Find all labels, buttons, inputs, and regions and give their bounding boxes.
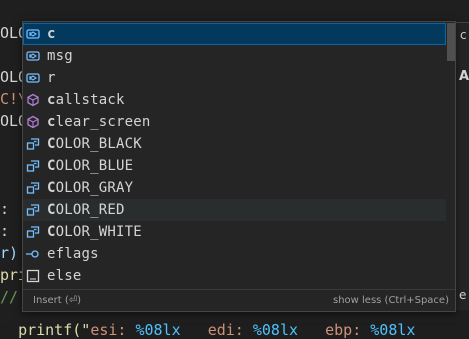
- detail-top-fragment: c: [460, 28, 467, 42]
- suggest-item-label: COLOR_BLACK: [47, 136, 142, 152]
- suggest-item-label: else: [47, 268, 82, 284]
- suggest-item-color-blue[interactable]: COLOR_BLUE: [23, 155, 446, 177]
- printf-call: printf(": [18, 321, 91, 339]
- show-less-toggle[interactable]: show less (Ctrl+Space): [333, 295, 449, 306]
- suggest-item-label: eflags: [47, 246, 99, 262]
- format-edi-spec: %08lx: [252, 321, 299, 339]
- suggest-item-color-red[interactable]: COLOR_RED: [23, 199, 446, 221]
- suggest-item-color-gray[interactable]: COLOR_GRAY: [23, 177, 446, 199]
- format-esi-spec: %08lx: [135, 321, 181, 339]
- enum-member-icon: [25, 202, 41, 218]
- format-esi: esi:: [90, 321, 136, 339]
- suggest-item-msg[interactable]: msg: [23, 45, 446, 67]
- suggest-item-callstack[interactable]: callstack: [23, 89, 446, 111]
- variable-icon: [25, 26, 41, 42]
- editor-line-fragment: :: [0, 200, 10, 218]
- variable-icon: [25, 70, 41, 86]
- suggest-item-color-black[interactable]: COLOR_BLACK: [23, 133, 446, 155]
- suggest-item-label: callstack: [47, 92, 125, 108]
- format-ebp-spec: %08lx: [370, 321, 416, 339]
- editor-line-fragment: :: [0, 222, 10, 240]
- suggest-item-eflags[interactable]: eflags: [23, 243, 446, 265]
- method-icon: [25, 92, 41, 108]
- suggest-item-color-white[interactable]: COLOR_WHITE: [23, 221, 446, 243]
- detail-panel: [455, 48, 469, 310]
- suggest-item-label: COLOR_RED: [47, 202, 125, 218]
- suggest-scrollbar-thumb[interactable]: [447, 23, 455, 61]
- variable-icon: [25, 48, 41, 64]
- field-icon: [25, 246, 41, 262]
- suggest-item-clear-screen[interactable]: clear_screen: [23, 111, 446, 133]
- suggest-item-r[interactable]: r: [23, 67, 446, 89]
- detail-bottom-fragment: e: [459, 288, 467, 302]
- enum-member-icon: [25, 180, 41, 196]
- suggest-item-label: c: [47, 26, 56, 42]
- suggest-item-label: COLOR_GRAY: [47, 180, 134, 196]
- suggest-widget[interactable]: c msg r callstack clear_screen COLOR_BLACK COL…: [22, 21, 456, 312]
- suggest-item-label: COLOR_BLUE: [47, 158, 134, 174]
- suggest-item-label: clear_screen: [47, 114, 151, 130]
- method-icon: [25, 114, 41, 130]
- suggest-item-label: COLOR_WHITE: [47, 224, 142, 240]
- editor-line-fragment: r): [0, 244, 19, 262]
- insert-hint: Insert (⏎): [33, 295, 82, 306]
- enum-member-icon: [25, 224, 41, 240]
- enum-member-icon: [25, 158, 41, 174]
- editor-current-line: ();c: [0, 0, 74, 42]
- suggest-item-label: r: [47, 70, 56, 86]
- editor-bottom-line: printf("esi: %08lx edi: %08lx ebp: %08lx: [0, 306, 415, 338]
- format-edi: edi:: [180, 321, 253, 339]
- detail-heading-fragment: A: [459, 69, 469, 84]
- suggest-scrollbar[interactable]: [447, 23, 455, 287]
- suggest-item-c[interactable]: c: [23, 23, 446, 45]
- suggest-item-label: msg: [47, 48, 73, 64]
- format-ebp: ebp:: [298, 321, 371, 339]
- keyword-icon: [25, 268, 41, 284]
- enum-member-icon: [25, 136, 41, 152]
- editor-line-fragment: //: [0, 288, 19, 306]
- suggest-list[interactable]: c msg r callstack clear_screen COLOR_BLACK COL…: [23, 23, 446, 287]
- suggest-item-else[interactable]: else: [23, 265, 446, 287]
